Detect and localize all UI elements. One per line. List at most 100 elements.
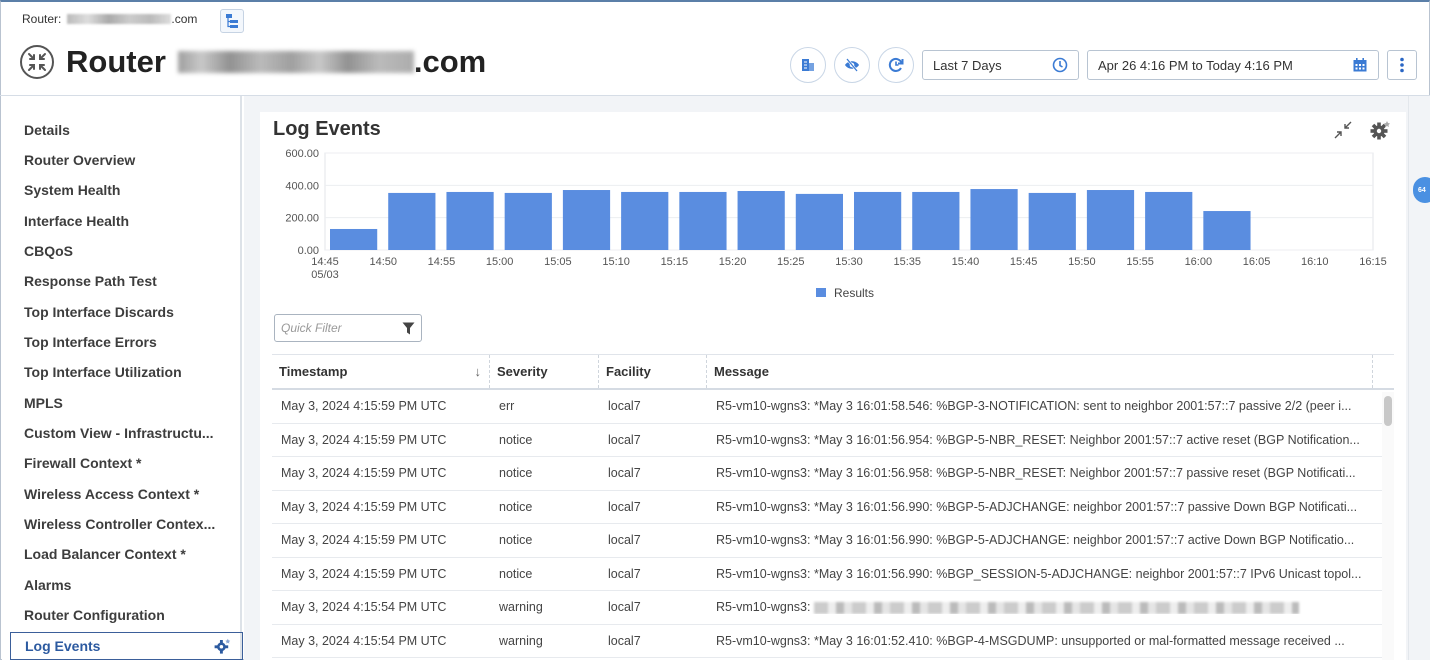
- sidebar-item-system-health[interactable]: System Health: [24, 182, 120, 198]
- cell-timestamp: May 3, 2024 4:15:54 PM UTC: [281, 600, 447, 615]
- table-row[interactable]: May 3, 2024 4:15:59 PM UTC notice local7 R5…: [272, 491, 1394, 524]
- sidebar-item-mpls[interactable]: MPLS: [24, 395, 63, 411]
- bar-1555: [1145, 191, 1193, 250]
- settings-gear-icon[interactable]: [1370, 120, 1392, 140]
- refresh-button[interactable]: [878, 47, 914, 83]
- table-scrollbar[interactable]: [1382, 392, 1394, 660]
- sidebar-item-log-events[interactable]: Log Events: [10, 632, 243, 660]
- settings-gear-icon[interactable]: [214, 638, 232, 654]
- bar-1525: [795, 193, 843, 250]
- report-icon: [802, 59, 814, 71]
- quick-filter[interactable]: [274, 314, 422, 342]
- more-options-button[interactable]: [1387, 50, 1417, 80]
- cell-facility: local7: [608, 466, 641, 481]
- y-tick-label: 200.00: [285, 213, 319, 225]
- quick-filter-input[interactable]: [281, 321, 391, 335]
- x-tick-label: 14:50: [369, 256, 397, 268]
- sidebar-item-details[interactable]: Details: [24, 122, 70, 138]
- legend-swatch: [816, 288, 826, 297]
- column-header-severity[interactable]: Severity: [490, 355, 599, 388]
- date-range-picker[interactable]: Apr 26 4:16 PM to Today 4:16 PM: [1087, 50, 1379, 80]
- sidebar-item-firewall-context[interactable]: Firewall Context *: [24, 455, 141, 471]
- sidebar-item-router-overview[interactable]: Router Overview: [24, 152, 135, 168]
- sidebar-item-alarms[interactable]: Alarms: [24, 577, 71, 593]
- x-tick-label: 15:25: [777, 256, 805, 268]
- cell-timestamp: May 3, 2024 4:15:59 PM UTC: [281, 466, 447, 481]
- hide-button[interactable]: [834, 47, 870, 83]
- sidebar-item-interface-health[interactable]: Interface Health: [24, 213, 129, 229]
- sidebar-item-label: Log Events: [25, 638, 101, 654]
- sidebar-item-label: Router Overview: [24, 152, 136, 168]
- cell-message: R5-vm10-wgns3:: [707, 600, 1373, 614]
- table-row[interactable]: May 3, 2024 4:15:54 PM UTC warning local7 R…: [272, 591, 1394, 625]
- topology-button[interactable]: [220, 9, 244, 33]
- bar-1445: [330, 228, 378, 250]
- legend-label: Results: [834, 286, 874, 300]
- bar-1600: [1203, 211, 1251, 250]
- cell-timestamp: May 3, 2024 4:15:59 PM UTC: [281, 432, 447, 447]
- cell-timestamp: May 3, 2024 4:15:59 PM UTC: [281, 533, 447, 548]
- sidebar-item-custom-view-infrastructu[interactable]: Custom View - Infrastructu...: [24, 425, 214, 441]
- x-tick-label: 15:50: [1068, 256, 1096, 268]
- time-range-select[interactable]: Last 7 Days: [922, 50, 1079, 80]
- log-events-panel: Log Events 0.00 200.00 400.00 600.00 14:45 14…: [260, 112, 1406, 660]
- date-range-value: Apr 26 4:16 PM to Today 4:16 PM: [1098, 57, 1293, 73]
- topology-icon: [226, 14, 238, 28]
- sidebar-item-top-interface-errors[interactable]: Top Interface Errors: [24, 334, 157, 350]
- bar-1530: [854, 191, 902, 250]
- x-tick-label: 15:35: [893, 256, 921, 268]
- table-row[interactable]: May 3, 2024 4:15:59 PM UTC notice local7 R5…: [272, 558, 1394, 591]
- cell-severity: notice: [499, 533, 533, 548]
- sidebar-item-wireless-access-context[interactable]: Wireless Access Context *: [24, 486, 199, 502]
- sidebar-item-label: Alarms: [24, 577, 72, 593]
- sidebar-item-label: Load Balancer Context *: [24, 546, 186, 562]
- sidebar-item-label: Details: [24, 122, 70, 138]
- column-header-message[interactable]: Message: [707, 355, 1373, 388]
- log-events-chart: 0.00 200.00 400.00 600.00 14:45 14:50 14:55 15:…: [260, 142, 1406, 312]
- column-header-facility[interactable]: Facility: [599, 355, 707, 388]
- breadcrumb-prefix: Router:: [22, 12, 62, 26]
- sidebar-item-load-balancer-context[interactable]: Load Balancer Context *: [24, 546, 186, 562]
- table-row[interactable]: May 3, 2024 4:15:54 PM UTC warning local7 R…: [272, 625, 1394, 658]
- cell-severity: warning: [499, 633, 543, 648]
- y-tick-label: 400.00: [285, 180, 319, 192]
- x-tick-label: 15:55: [1126, 256, 1154, 268]
- header-toolbar: Last 7 Days Apr 26 4:16 PM to Today 4:16…: [790, 47, 1417, 83]
- cell-timestamp: May 3, 2024 4:15:59 PM UTC: [281, 399, 447, 414]
- cell-facility: local7: [608, 432, 641, 447]
- cell-timestamp: May 3, 2024 4:15:59 PM UTC: [281, 499, 447, 514]
- calendar-icon: [1353, 58, 1367, 72]
- sidebar-item-wireless-controller-contex[interactable]: Wireless Controller Contex...: [24, 516, 215, 532]
- bar-1540: [970, 189, 1018, 250]
- sidebar-item-cbqos[interactable]: CBQoS: [24, 243, 73, 259]
- sidebar-item-top-interface-discards[interactable]: Top Interface Discards: [24, 304, 174, 320]
- scrollbar-thumb[interactable]: [1384, 396, 1392, 426]
- cell-message: R5-vm10-wgns3: *May 3 16:01:58.546: %BGP…: [716, 399, 1352, 414]
- clock-icon: [1052, 57, 1068, 73]
- sidebar-nav: Details Router Overview System Health Inter…: [2, 96, 243, 660]
- panel-toolbar: [1334, 120, 1392, 140]
- cell-message: R5-vm10-wgns3: *May 3 16:01:56.990: %BGP…: [716, 499, 1358, 514]
- column-header-timestamp[interactable]: Timestamp ↓: [272, 355, 490, 388]
- x-tick-label: 14:55: [428, 256, 456, 268]
- x-tick-label: 15:10: [602, 256, 630, 268]
- breadcrumb: Router: .com: [22, 12, 197, 26]
- collapse-icon[interactable]: [1334, 121, 1352, 139]
- sort-descending-icon: ↓: [474, 364, 482, 379]
- cell-severity: notice: [499, 566, 533, 581]
- sidebar-item-router-configuration[interactable]: Router Configuration: [24, 607, 165, 623]
- cell-severity: warning: [499, 600, 543, 615]
- y-tick-label: 600.00: [285, 148, 319, 160]
- x-tick-label: 16:15: [1359, 256, 1387, 268]
- side-panel-badge[interactable]: 64: [1413, 177, 1430, 203]
- table-row[interactable]: May 3, 2024 4:15:59 PM UTC notice local7 R5…: [272, 457, 1394, 491]
- x-tick-label: 15:05: [544, 256, 572, 268]
- table-row[interactable]: May 3, 2024 4:15:59 PM UTC err local7 R5-vm…: [272, 390, 1394, 424]
- table-row[interactable]: May 3, 2024 4:15:59 PM UTC notice local7 R5…: [272, 424, 1394, 457]
- table-row[interactable]: May 3, 2024 4:15:59 PM UTC notice local7 R5…: [272, 524, 1394, 558]
- sidebar-item-response-path-test[interactable]: Response Path Test: [24, 273, 157, 289]
- report-button[interactable]: [790, 47, 826, 83]
- sidebar-item-label: System Health: [24, 182, 121, 198]
- sidebar-item-top-interface-utilization[interactable]: Top Interface Utilization: [24, 364, 182, 380]
- redacted-hostname: [177, 51, 414, 73]
